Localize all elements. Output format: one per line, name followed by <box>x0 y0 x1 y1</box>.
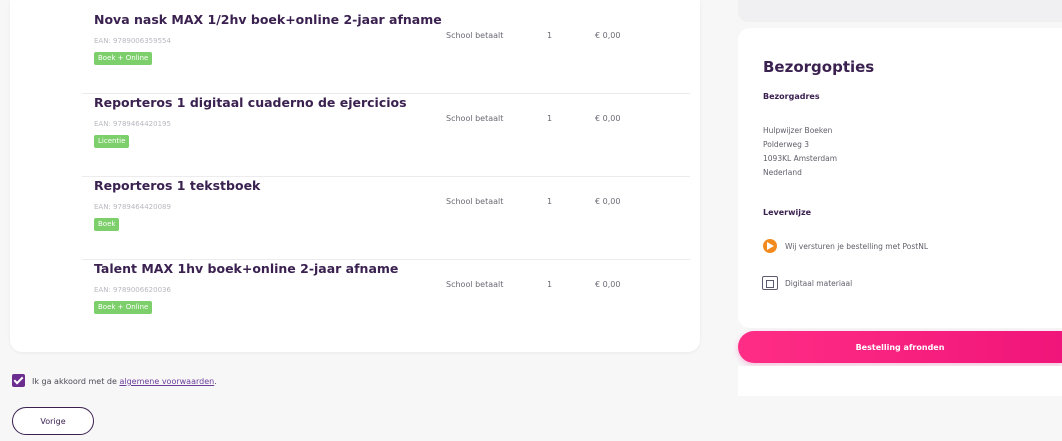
product-type-badge: Boek <box>94 218 120 231</box>
terms-label: Ik ga akkoord met de algemene voorwaarde… <box>32 377 217 386</box>
product-payer: School betaalt <box>446 31 504 40</box>
product-row: Talent MAX 1hv boek+online 2-jaar afname… <box>82 261 690 343</box>
delivery-title: Bezorgopties <box>763 58 875 76</box>
product-type-badge: Boek + Online <box>94 301 153 314</box>
product-price: € 0,00 <box>595 280 621 289</box>
product-quantity: 1 <box>547 197 553 206</box>
product-row: Reporteros 1 digitaal cuaderno de ejerci… <box>82 95 690 177</box>
delivery-option-digital: Digitaal materiaal <box>785 279 853 288</box>
postnl-icon <box>763 239 777 253</box>
product-payer: School betaalt <box>446 114 504 123</box>
summary-panel-bottom <box>738 366 1062 396</box>
delivery-address-label: Bezorgadres <box>763 92 820 101</box>
product-type-badge: Licentie <box>94 135 130 148</box>
terms-text: Ik ga akkoord met de <box>32 377 120 386</box>
product-row: Reporteros 1 tekstboek EAN: 978946442008… <box>82 178 690 260</box>
product-title: Nova nask MAX 1/2hv boek+online 2-jaar a… <box>94 12 442 27</box>
terms-suffix: . <box>214 377 217 386</box>
product-price: € 0,00 <box>595 114 621 123</box>
product-quantity: 1 <box>547 31 553 40</box>
product-price: € 0,00 <box>595 31 621 40</box>
terms-link[interactable]: algemene voorwaarden <box>119 377 214 386</box>
product-ean: EAN: 9789464420195 <box>94 120 171 128</box>
product-title: Talent MAX 1hv boek+online 2-jaar afname <box>94 261 399 276</box>
order-summary-card: Nova nask MAX 1/2hv boek+online 2-jaar a… <box>10 0 700 352</box>
product-payer: School betaalt <box>446 197 504 206</box>
delivery-option-postnl: Wij versturen je bestelling met PostNL <box>785 242 929 251</box>
product-type-badge: Boek + Online <box>94 52 153 65</box>
address-line: Nederland <box>763 168 802 177</box>
product-price: € 0,00 <box>595 197 621 206</box>
address-line: Hulpwijzer Boeken <box>763 126 833 135</box>
delivery-options-card: Bezorgopties Bezorgadres Hulpwijzer Boek… <box>738 28 1062 328</box>
product-ean: EAN: 9789006359554 <box>94 37 171 45</box>
digital-material-icon <box>762 276 778 290</box>
address-line: Polderweg 3 <box>763 140 810 149</box>
product-quantity: 1 <box>547 280 553 289</box>
summary-panel-top <box>738 0 1062 22</box>
product-title: Reporteros 1 tekstboek <box>94 178 261 193</box>
product-ean: EAN: 9789464420089 <box>94 203 171 211</box>
complete-order-button[interactable]: Bestelling afronden <box>738 331 1062 363</box>
product-quantity: 1 <box>547 114 553 123</box>
address-line: 1093KL Amsterdam <box>763 154 838 163</box>
previous-button[interactable]: Vorige <box>12 407 94 435</box>
terms-checkbox[interactable] <box>12 374 25 387</box>
product-title: Reporteros 1 digitaal cuaderno de ejerci… <box>94 95 407 110</box>
delivery-method-label: Leverwijze <box>763 208 812 217</box>
product-ean: EAN: 9789006620036 <box>94 286 171 294</box>
product-row: Nova nask MAX 1/2hv boek+online 2-jaar a… <box>82 12 690 94</box>
product-payer: School betaalt <box>446 280 504 289</box>
